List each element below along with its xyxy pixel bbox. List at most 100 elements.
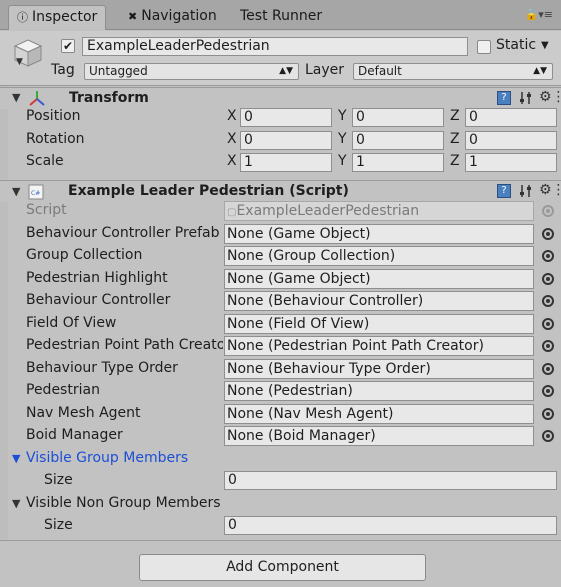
static-label: Static — [496, 37, 537, 53]
size-label: Size — [44, 472, 73, 488]
object-picker-icon[interactable] — [542, 228, 554, 240]
layer-label: Layer — [305, 62, 345, 78]
help-icon[interactable]: ? — [497, 184, 511, 198]
scale-x-field[interactable]: 1 — [240, 153, 332, 172]
field-label: Nav Mesh Agent — [26, 405, 141, 421]
foldout-arrow-icon[interactable]: ▼ — [12, 497, 20, 510]
transform-axes-icon — [29, 91, 45, 106]
field-label: Behaviour Type Order — [26, 360, 178, 376]
layer-caret-icon: ▲▼ — [533, 66, 547, 76]
object-field[interactable]: None (Behaviour Type Order) — [224, 359, 534, 379]
script-component-title: Example Leader Pedestrian (Script) — [68, 183, 349, 199]
object-picker-icon[interactable] — [542, 340, 554, 352]
tab-navigation[interactable]: ✖ Navigation — [120, 5, 225, 30]
object-name-field[interactable]: ExampleLeaderPedestrian — [82, 37, 468, 56]
object-picker-icon[interactable] — [542, 273, 554, 285]
object-picker-icon[interactable] — [542, 318, 554, 330]
lock-menu-icon[interactable]: 🔒▾≡ — [525, 8, 553, 21]
rotation-x-axis: X — [227, 131, 237, 147]
active-checkbox[interactable]: ✔ — [61, 39, 75, 53]
object-picker-icon[interactable] — [542, 295, 554, 307]
foldout-arrow-icon[interactable]: ▼ — [12, 185, 20, 198]
visible-non-group-members-size-field[interactable]: 0 — [224, 516, 557, 535]
position-z-field[interactable]: 0 — [465, 108, 557, 127]
foldout-arrow-icon[interactable]: ▼ — [12, 452, 20, 465]
tag-caret-icon: ▲▼ — [279, 66, 293, 76]
rotation-y-field[interactable]: 0 — [352, 131, 444, 150]
transform-title: Transform — [69, 90, 149, 106]
tag-label: Tag — [51, 62, 75, 78]
tab-inspector-label: Inspector — [32, 9, 98, 25]
position-label: Position — [26, 108, 81, 124]
scale-z-field[interactable]: 1 — [465, 153, 557, 172]
object-field[interactable]: None (Field Of View) — [224, 314, 534, 334]
info-icon: ⓘ — [17, 11, 28, 24]
tab-test-runner[interactable]: Test Runner — [232, 5, 330, 30]
rotation-x-field[interactable]: 0 — [240, 131, 332, 150]
field-label: Pedestrian Point Path Creator — [26, 337, 223, 353]
position-y-axis: Y — [338, 108, 347, 124]
object-picker-icon[interactable] — [542, 408, 554, 420]
svg-text:C#: C# — [31, 190, 40, 197]
transform-header[interactable]: ▼ Transform ? ⚙⋮ — [0, 87, 561, 109]
csharp-script-icon: C# — [28, 184, 44, 200]
visible-group-members-size-field[interactable]: 0 — [224, 471, 557, 490]
rotation-z-field[interactable]: 0 — [465, 131, 557, 150]
object-field[interactable]: None (Pedestrian Point Path Creator) — [224, 336, 534, 356]
static-checkbox[interactable] — [477, 40, 491, 54]
object-picker-icon[interactable] — [542, 250, 554, 262]
scale-label: Scale — [26, 153, 64, 169]
object-field[interactable]: None (Nav Mesh Agent) — [224, 404, 534, 424]
script-picker-icon — [542, 205, 554, 217]
object-picker-icon[interactable] — [542, 430, 554, 442]
object-picker-icon[interactable] — [542, 385, 554, 397]
transform-buttons: ? ⚙⋮ — [497, 89, 561, 107]
scale-y-axis: Y — [338, 153, 347, 169]
tab-bar: ⓘ Inspector ✖ Navigation Test Runner 🔒▾≡ — [0, 0, 561, 30]
object-field[interactable]: None (Game Object) — [224, 269, 534, 289]
object-field[interactable]: None (Group Collection) — [224, 246, 534, 266]
tab-navigation-label: Navigation — [141, 8, 217, 24]
layer-dropdown[interactable]: Default ▲▼ — [353, 63, 553, 80]
gear-icon[interactable]: ⚙⋮ — [539, 182, 561, 198]
layer-value: Default — [358, 64, 402, 78]
object-field[interactable]: None (Game Object) — [224, 224, 534, 244]
rotation-label: Rotation — [26, 131, 85, 147]
script-component-header[interactable]: ▼ C# Example Leader Pedestrian (Script) … — [0, 180, 561, 202]
static-dropdown-icon[interactable]: ▼ — [541, 40, 549, 51]
scale-y-field[interactable]: 1 — [352, 153, 444, 172]
object-picker-icon[interactable] — [542, 363, 554, 375]
script-label: Script — [26, 202, 67, 218]
presets-icon[interactable] — [519, 184, 533, 198]
rotation-y-axis: Y — [338, 131, 347, 147]
script-value: ExampleLeaderPedestrian — [236, 203, 420, 219]
gear-icon[interactable]: ⚙⋮ — [539, 89, 561, 105]
help-icon[interactable]: ? — [497, 91, 511, 105]
rotation-z-axis: Z — [450, 131, 460, 147]
presets-icon[interactable] — [519, 91, 533, 105]
script-field: ▢ExampleLeaderPedestrian — [224, 201, 534, 221]
left-edge — [0, 86, 8, 540]
object-field[interactable]: None (Behaviour Controller) — [224, 291, 534, 311]
position-x-field[interactable]: 0 — [240, 108, 332, 127]
position-x-axis: X — [227, 108, 237, 124]
script-component-buttons: ? ⚙⋮ — [497, 182, 561, 200]
icon-dropdown-icon[interactable]: ▼ — [16, 57, 23, 67]
visible-non-group-members-foldout[interactable]: Visible Non Group Members — [26, 495, 221, 511]
scale-z-axis: Z — [450, 153, 460, 169]
object-field[interactable]: None (Boid Manager) — [224, 426, 534, 446]
object-field[interactable]: None (Pedestrian) — [224, 381, 534, 401]
add-component-button[interactable]: Add Component — [139, 554, 426, 581]
field-label: Boid Manager — [26, 427, 123, 443]
navigation-icon: ✖ — [128, 10, 138, 23]
field-label: Pedestrian Highlight — [26, 270, 168, 286]
foldout-arrow-icon[interactable]: ▼ — [12, 91, 20, 104]
size-label: Size — [44, 517, 73, 533]
tag-dropdown[interactable]: Untagged ▲▼ — [84, 63, 299, 80]
tag-value: Untagged — [89, 64, 148, 78]
position-y-field[interactable]: 0 — [352, 108, 444, 127]
visible-group-members-foldout[interactable]: Visible Group Members — [26, 450, 188, 466]
tab-inspector[interactable]: ⓘ Inspector — [8, 5, 107, 30]
tab-test-runner-label: Test Runner — [240, 8, 323, 24]
field-label: Behaviour Controller — [26, 292, 171, 308]
